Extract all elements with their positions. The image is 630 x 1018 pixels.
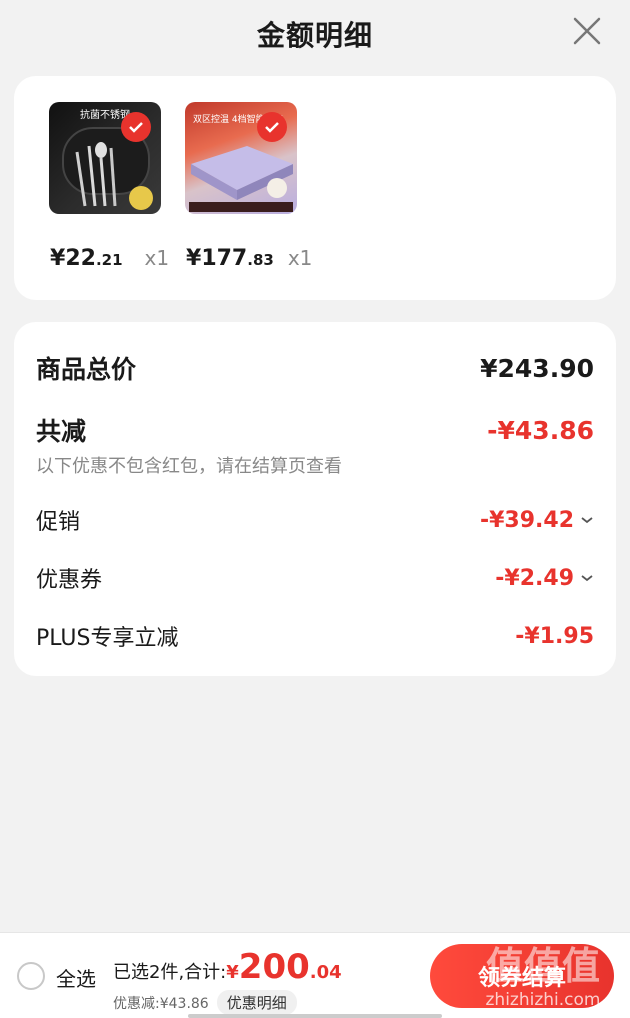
select-all-label[interactable]: 全选 — [56, 963, 96, 992]
total-price-row: 商品总价 ¥243.90 — [36, 350, 594, 386]
coupon-value-wrap: -¥2.49 — [495, 566, 594, 591]
product-price-row: ¥ 22 .21 x1 — [50, 246, 169, 271]
total-price-label: 商品总价 — [36, 355, 137, 384]
coupon-value: -¥2.49 — [495, 565, 574, 591]
total-price-value: ¥243.90 — [480, 353, 594, 383]
total-reduce-label: 共减 — [36, 417, 87, 446]
product-item[interactable]: 抗菌不锈钢 — [49, 102, 161, 214]
header: 金额明细 — [0, 0, 630, 68]
selected-count-text: 已选2件,合计: — [113, 962, 227, 983]
product-image[interactable]: 抗菌不锈钢 — [49, 102, 161, 214]
total-decimal: .04 — [309, 962, 342, 983]
selected-check-icon[interactable] — [121, 112, 151, 142]
discount-line: 优惠减:¥43.86 优惠明细 — [113, 990, 297, 1015]
home-indicator — [188, 1014, 442, 1018]
product-item[interactable]: 双区控温 4档智能温控 — [185, 102, 297, 214]
coupon-row[interactable]: 优惠券 -¥2.49 — [36, 562, 594, 594]
checkout-bar: 全选 已选2件,合计: ¥ 200 .04 优惠减:¥43.86 优惠明细 领券… — [0, 932, 630, 1018]
promo-value: -¥39.42 — [479, 507, 574, 533]
promo-row[interactable]: 促销 -¥39.42 — [36, 504, 594, 536]
promo-label: 促销 — [36, 510, 81, 535]
total-currency: ¥ — [226, 962, 239, 983]
select-all-radio[interactable] — [17, 962, 45, 990]
discount-text: 优惠减:¥43.86 — [113, 995, 209, 1012]
plus-label: PLUS专享立减 — [36, 626, 179, 651]
product-quantity: x1 — [144, 246, 170, 270]
chevron-down-icon[interactable] — [580, 573, 594, 583]
total-line: 已选2件,合计: ¥ 200 .04 — [113, 947, 342, 987]
discount-detail-button[interactable]: 优惠明细 — [216, 990, 297, 1015]
price-currency: ¥ — [186, 246, 202, 271]
page-title: 金额明细 — [256, 19, 373, 52]
summary-card: 商品总价 ¥243.90 共减 -¥43.86 以下优惠不包含红包，请在结算页查… — [14, 322, 616, 676]
price-decimal: .21 — [95, 251, 123, 269]
price-integer: 22 — [65, 246, 96, 271]
price-integer: 177 — [201, 246, 248, 271]
product-image[interactable]: 双区控温 4档智能温控 — [185, 102, 297, 214]
checkout-button[interactable]: 领券结算 — [430, 944, 614, 1008]
total-reduce-value: -¥43.86 — [487, 415, 594, 445]
coupon-label: 优惠券 — [36, 568, 103, 593]
product-price-row: ¥ 177 .83 x1 — [186, 246, 312, 271]
price-currency: ¥ — [50, 246, 66, 271]
selected-check-icon[interactable] — [257, 112, 287, 142]
price-decimal: .83 — [247, 251, 274, 269]
plus-row: PLUS专享立减 -¥1.95 — [36, 620, 594, 652]
plus-value: -¥1.95 — [515, 623, 594, 649]
products-card: 抗菌不锈钢 ¥ 22 .21 x1 双区控温 4档智能温控 ¥ 177 .83 … — [14, 76, 616, 300]
promo-value-wrap: -¥39.42 — [480, 508, 594, 533]
total-integer: 200 — [238, 947, 310, 987]
close-icon[interactable] — [572, 16, 602, 46]
total-reduce-row: 共减 -¥43.86 — [36, 412, 594, 448]
discount-hint: 以下优惠不包含红包，请在结算页查看 — [36, 456, 342, 477]
product-quantity: x1 — [287, 246, 313, 270]
chevron-down-icon[interactable] — [580, 515, 594, 525]
